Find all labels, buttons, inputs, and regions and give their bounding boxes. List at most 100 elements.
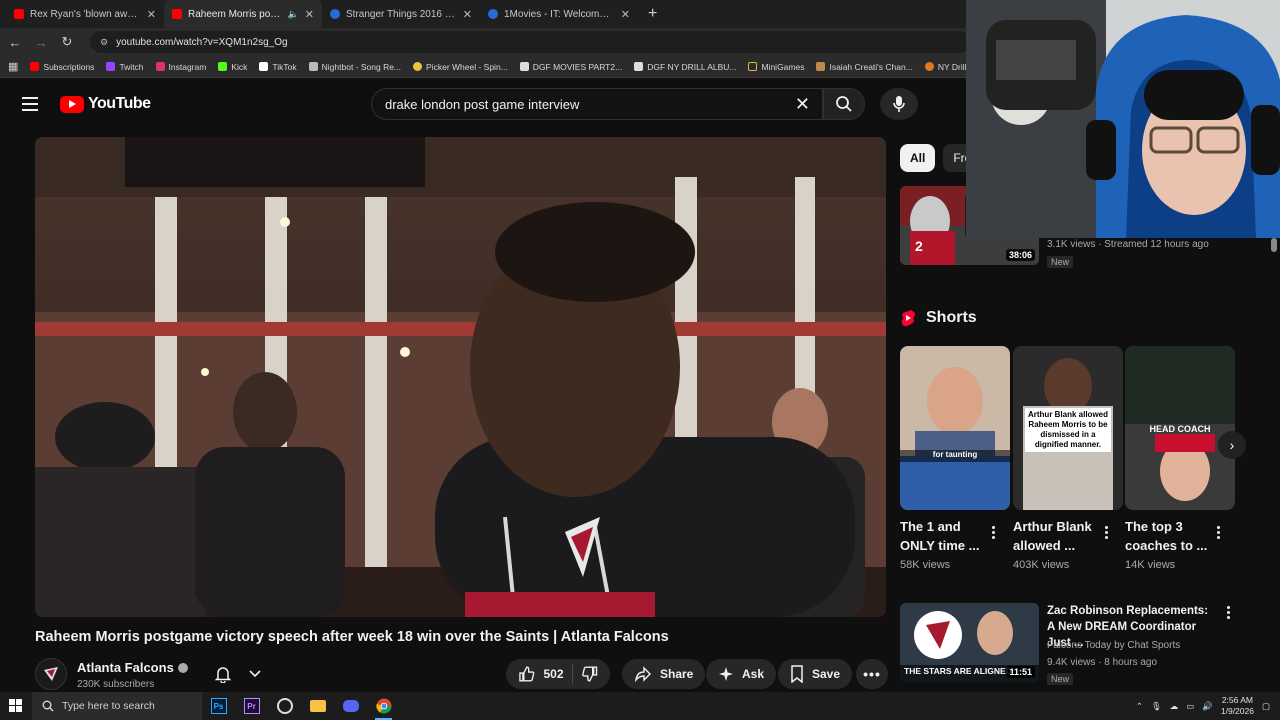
bookmark[interactable]: Nightbot - Song Re...	[308, 62, 401, 72]
shorts-next-button[interactable]: ›	[1218, 431, 1246, 459]
short-views: 58K views	[900, 559, 951, 571]
bookmark-label: Picker Wheel - Spin...	[426, 61, 508, 72]
thumbnail-caption: for taunting	[932, 450, 978, 459]
screen: { "browser": { "tabs": [ {"title": "Rex …	[0, 0, 1280, 720]
share-arrow-icon	[635, 666, 651, 682]
new-badge: New	[1047, 673, 1074, 685]
scrollbar-thumb[interactable]	[1271, 238, 1277, 252]
obs-icon[interactable]	[268, 692, 301, 720]
discord-icon[interactable]	[334, 692, 367, 720]
more-vertical-icon[interactable]	[1227, 606, 1231, 619]
close-icon[interactable]: ✕	[147, 8, 156, 21]
channel-name-row[interactable]: Atlanta Falcons	[77, 659, 188, 677]
bookmark[interactable]: Isaiah Creati's Chan...	[816, 62, 913, 72]
notification-bell-button[interactable]	[205, 660, 269, 688]
browser-tab[interactable]: 1Movies - IT: Welcome to Derr ✕	[480, 0, 638, 28]
ask-button[interactable]: Ask	[706, 659, 777, 689]
speaker-icon[interactable]: 🔈	[288, 9, 299, 20]
bookmark[interactable]: DGF NY DRILL ALBU...	[634, 62, 736, 72]
browser-tab[interactable]: Stranger Things 2016 Watch O ✕	[322, 0, 480, 28]
menu-icon[interactable]	[22, 97, 38, 111]
notifications-icon[interactable]: ▢	[1262, 701, 1270, 712]
bookmark[interactable]: TikTok	[259, 62, 297, 72]
bulb-icon	[924, 62, 934, 71]
browser-tab-active[interactable]: Raheem Morris postgame v 🔈 ✕	[164, 0, 322, 28]
more-vertical-icon[interactable]	[1217, 526, 1221, 539]
network-icon[interactable]: ▭	[1186, 701, 1194, 712]
bookmark-folder[interactable]: MiniGames	[748, 62, 804, 72]
close-icon[interactable]: ✕	[621, 8, 630, 21]
more-vertical-icon[interactable]	[1105, 526, 1109, 539]
new-tab-icon[interactable]: +	[638, 5, 667, 23]
youtube-logo[interactable]: YouTube	[60, 95, 151, 113]
search-button[interactable]	[823, 88, 865, 120]
thumbnail-caption: HEAD COACH	[1149, 424, 1211, 434]
browser-tab[interactable]: Rex Ryan's 'blown away' by TH ✕	[6, 0, 164, 28]
thumbs-down-icon[interactable]	[581, 665, 599, 683]
photoshop-icon[interactable]: Ps	[202, 692, 235, 720]
clear-search-icon[interactable]: ✕	[795, 94, 810, 115]
thumbnail-caption: THE STARS ARE ALIGNED	[904, 666, 1012, 676]
twitch-icon	[106, 62, 116, 71]
reload-icon[interactable]: ↻	[60, 34, 74, 50]
close-icon[interactable]: ✕	[463, 8, 472, 21]
short-card[interactable]: HEAD COACH The top 3 coaches to ... 14K …	[1125, 346, 1235, 571]
short-thumbnail[interactable]: for taunting	[900, 346, 1010, 510]
apps-grid-icon[interactable]: ▦	[8, 60, 18, 73]
short-title[interactable]: The 1 and ONLY time ...	[900, 517, 984, 555]
channel-avatar[interactable]	[35, 658, 67, 690]
short-thumbnail[interactable]: HEAD COACH	[1125, 346, 1235, 510]
bookmark[interactable]: Instagram	[155, 62, 206, 72]
site-info-icon[interactable]: ⚙	[100, 37, 108, 48]
chip-all[interactable]: All	[900, 144, 936, 172]
like-count[interactable]: 502	[544, 667, 564, 681]
chrome-icon[interactable]	[367, 692, 400, 720]
video-player[interactable]	[35, 137, 886, 617]
bookmark[interactable]: Kick	[218, 62, 247, 72]
thumbnail-caption: Arthur Blank allowed Raheem Morris to be…	[1025, 408, 1111, 452]
tab-title: Stranger Things 2016 Watch O	[346, 8, 457, 20]
clock[interactable]: 2:56 AM 1/9/2026	[1221, 695, 1254, 717]
short-title[interactable]: Arthur Blank allowed ...	[1013, 517, 1097, 555]
volume-icon[interactable]: 🔊	[1202, 701, 1213, 712]
bookmark[interactable]: DGF MOVIES PART2...	[519, 62, 622, 72]
back-arrow-icon[interactable]: ←	[8, 35, 22, 50]
premiere-icon[interactable]: Pr	[235, 692, 268, 720]
taskbar-search-box[interactable]: Type here to search	[32, 692, 202, 720]
search-input[interactable]: drake london post game interview ✕	[371, 88, 823, 120]
windows-start-icon[interactable]	[9, 699, 22, 717]
microphone-icon[interactable]: 🎙	[1151, 701, 1162, 712]
chevron-up-icon[interactable]: ⌃	[1136, 701, 1143, 712]
thumbs-up-icon[interactable]	[518, 665, 536, 683]
cloud-icon[interactable]: ☁	[1170, 701, 1179, 712]
close-icon[interactable]: ✕	[305, 8, 314, 21]
channel-name[interactable]: Atlanta Falcons	[77, 660, 174, 675]
logo-text: YouTube	[88, 95, 151, 112]
youtube-play-icon	[60, 95, 84, 113]
save-button[interactable]: Save	[778, 659, 853, 689]
new-badge: New	[1047, 256, 1074, 268]
short-title[interactable]: The top 3 coaches to ...	[1125, 517, 1209, 555]
share-label: Share	[660, 667, 694, 681]
video-meta: 9.4K views · 8 hours ago	[1047, 657, 1158, 668]
forward-arrow-icon[interactable]: →	[34, 35, 48, 50]
channel-name[interactable]: Falcons Today by Chat Sports	[1047, 640, 1180, 651]
more-vertical-icon[interactable]	[992, 526, 996, 539]
globe-favicon-icon	[488, 9, 498, 19]
short-thumbnail[interactable]: Arthur Blank allowed Raheem Morris to be…	[1013, 346, 1123, 510]
bookmark[interactable]: Picker Wheel - Spin...	[413, 62, 508, 72]
ask-label: Ask	[742, 667, 765, 681]
share-button[interactable]: Share	[622, 659, 706, 689]
file-explorer-icon[interactable]	[301, 692, 334, 720]
video-frame-image	[35, 137, 886, 617]
bookmark[interactable]: Subscriptions	[30, 62, 94, 72]
bookmark-label: Subscriptions	[43, 61, 95, 72]
more-actions-button[interactable]: •••	[856, 659, 888, 689]
bookmark[interactable]: Twitch	[106, 62, 144, 72]
short-card[interactable]: for taunting The 1 and ONLY time ... 58K…	[900, 346, 1010, 571]
short-card[interactable]: Arthur Blank allowed Raheem Morris to be…	[1013, 346, 1123, 571]
address-bar[interactable]: ⚙ youtube.com/watch?v=XQM1n2sg_Og	[90, 31, 970, 53]
voice-search-button[interactable]	[880, 88, 918, 120]
recommended-video-thumbnail[interactable]: THE STARS ARE ALIGNED 11:51	[900, 603, 1039, 682]
falcons-logo-icon	[44, 667, 58, 681]
